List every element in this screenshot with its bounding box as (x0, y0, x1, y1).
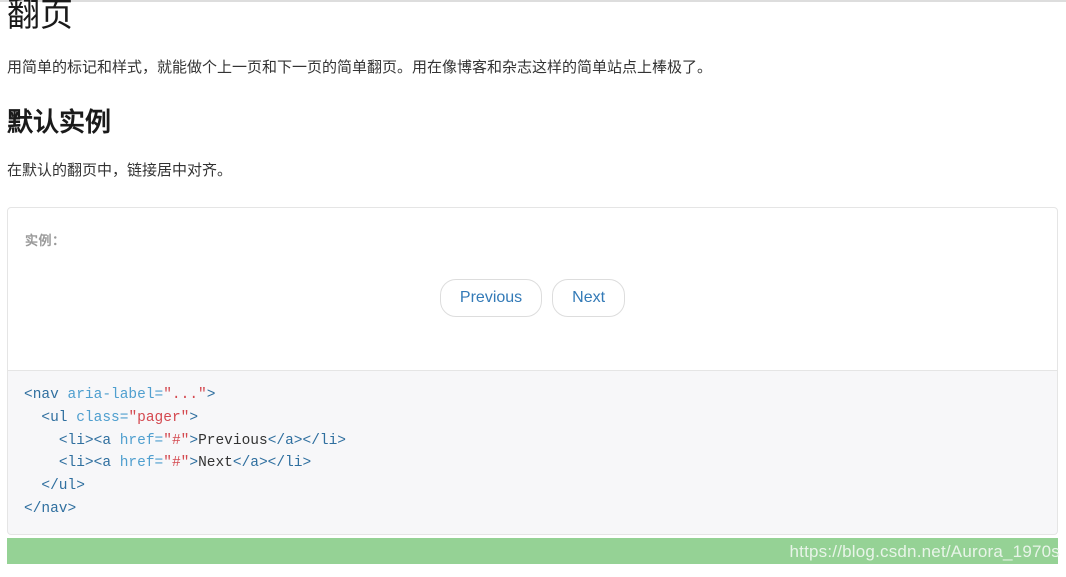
code-token-txt: Previous (198, 432, 268, 449)
code-token-attr: aria-label= (67, 387, 164, 403)
code-token-txt: Next (198, 455, 233, 472)
code-token-attr: href= (119, 432, 164, 449)
pager-previous-link[interactable]: Previous (439, 279, 543, 317)
code-token-tag: > (189, 432, 199, 449)
section-heading: 默认实例 (7, 107, 112, 137)
code-token-tag: > (189, 455, 199, 472)
code-token-tag: </nav> (24, 500, 77, 517)
code-block-content: <nav aria-label="..."> <ul class="pager"… (24, 384, 1041, 521)
code-token-tag: > (206, 387, 216, 403)
code-token-val: "#" (163, 432, 190, 449)
code-token-attr: class= (76, 409, 129, 426)
example-block: 实例： Previous Next <nav aria-label="...">… (7, 207, 1058, 535)
code-token-tag: > (189, 409, 199, 426)
code-token-val: "..." (163, 387, 207, 403)
watermark-url: https://blog.csdn.net/Aurora_1970s (789, 542, 1060, 561)
page-title: 翻页 (7, 0, 73, 33)
page-lead-paragraph: 用简单的标记和样式，就能做个上一页和下一页的简单翻页。用在像博客和杂志这样的简单… (7, 59, 713, 76)
example-preview-panel: 实例： Previous Next (7, 207, 1058, 371)
code-token-val: "#" (163, 455, 190, 472)
code-token-attr: href= (119, 455, 164, 472)
code-token-tag: <nav (24, 387, 68, 403)
pager-item-next[interactable]: Next (552, 279, 626, 317)
pager-nav: Previous Next (8, 208, 1057, 370)
pager-item-previous[interactable]: Previous (439, 279, 543, 317)
code-token-tag: <li><a (58, 455, 120, 472)
pager-list: Previous Next (439, 279, 626, 317)
code-block[interactable]: <nav aria-label="..."> <ul class="pager"… (7, 371, 1058, 535)
code-token-tag: <li><a (58, 432, 120, 449)
code-token-tag: </a></li> (267, 432, 347, 449)
pager-next-link[interactable]: Next (552, 279, 626, 317)
code-token-tag: </a></li> (232, 455, 312, 472)
top-divider (0, 0, 1066, 2)
section-description: 在默认的翻页中，链接居中对齐。 (7, 162, 233, 179)
code-token-tag: <ul (41, 409, 77, 426)
code-token-val: "pager" (128, 409, 190, 426)
code-token-tag: </ul> (41, 478, 85, 495)
